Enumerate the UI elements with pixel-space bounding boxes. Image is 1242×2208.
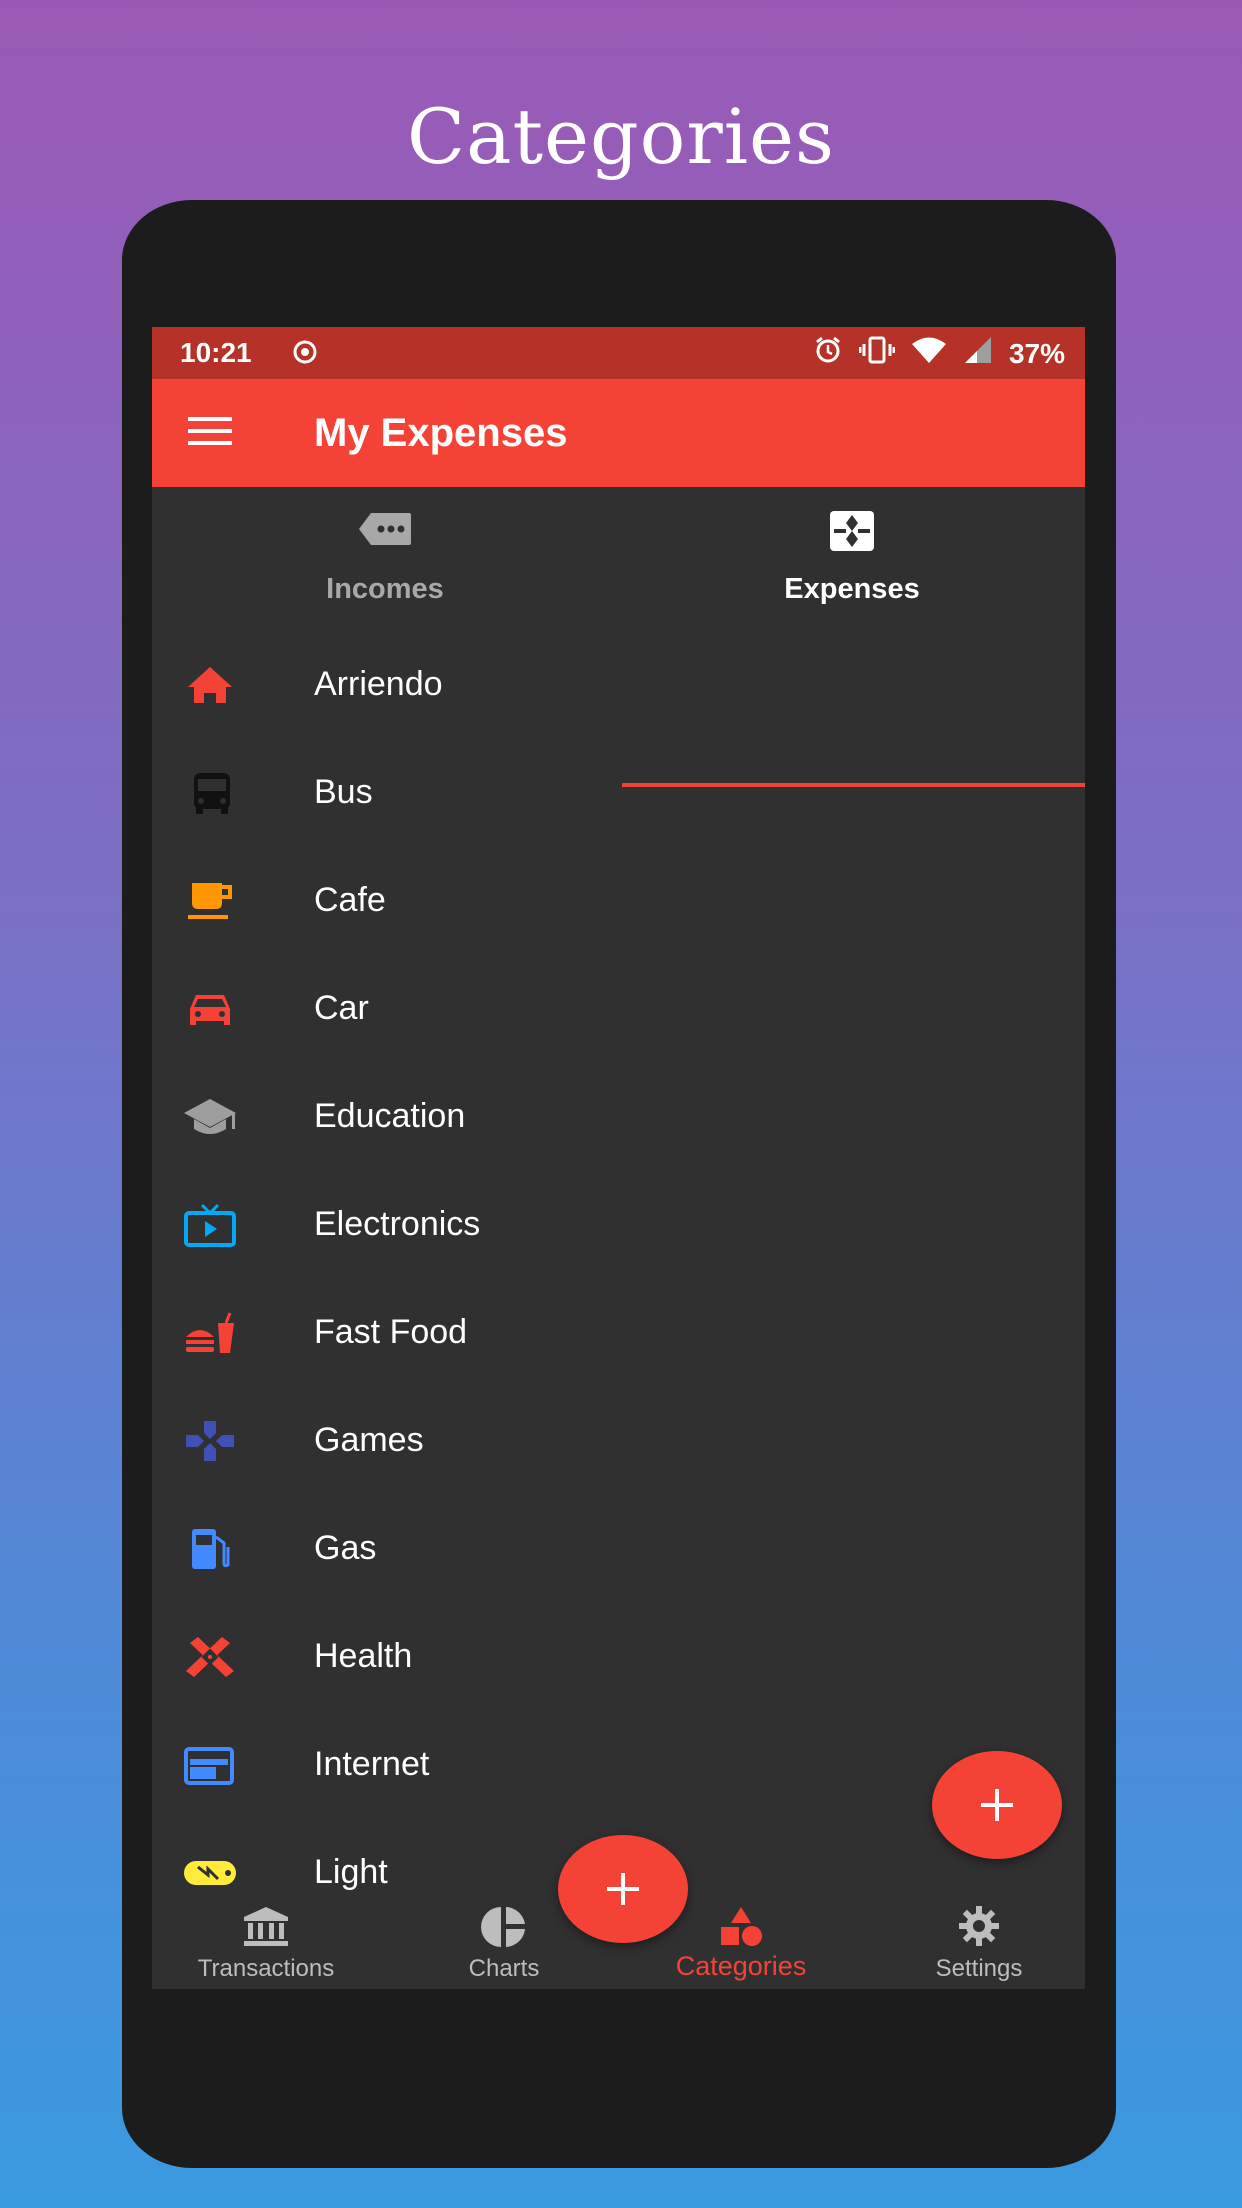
- menu-icon[interactable]: [188, 415, 232, 452]
- category-label: Light: [314, 1853, 388, 1891]
- list-item[interactable]: Fast Food: [152, 1279, 1085, 1387]
- list-item[interactable]: Health: [152, 1603, 1085, 1711]
- app-title: My Expenses: [314, 411, 568, 455]
- power-icon: [182, 1851, 238, 1895]
- page-headline: Categories: [407, 92, 835, 181]
- nav-label: Charts: [468, 1955, 540, 1982]
- web-icon: [182, 1743, 238, 1787]
- tab-expenses[interactable]: Expenses: [619, 487, 1085, 631]
- app-screen: 10:21 37% My Expenses Incomes Expenses A…: [152, 327, 1085, 1989]
- category-label: Games: [314, 1421, 424, 1459]
- signal-icon: [963, 335, 993, 372]
- healing-icon: [182, 1635, 238, 1679]
- category-label: Internet: [314, 1745, 430, 1783]
- list-item[interactable]: Electronics: [152, 1171, 1085, 1279]
- gamepad-icon: [182, 1419, 238, 1463]
- category-label: Gas: [314, 1529, 377, 1567]
- nav-transactions[interactable]: Transactions: [166, 1897, 366, 1989]
- list-item[interactable]: Education: [152, 1063, 1085, 1171]
- bus-icon: [182, 771, 238, 815]
- cafe-icon: [182, 879, 238, 923]
- nav-label: Settings: [935, 1955, 1023, 1982]
- tab-incomes[interactable]: Incomes: [152, 487, 618, 631]
- status-time: 10:21: [180, 337, 252, 368]
- nav-label: Transactions: [197, 1955, 335, 1982]
- add-category-fab[interactable]: [932, 1751, 1062, 1859]
- tab-bar: Incomes Expenses: [152, 487, 1085, 787]
- gear-icon: [955, 1905, 1003, 1952]
- eye-icon: [292, 339, 318, 372]
- home-icon: [182, 663, 238, 707]
- list-item[interactable]: Car: [152, 955, 1085, 1063]
- category-label: Bus: [314, 773, 373, 811]
- list-item[interactable]: Bus: [152, 739, 1085, 847]
- wifi-icon: [911, 335, 947, 372]
- status-icons: 37%: [813, 335, 1065, 372]
- tab-label: Incomes: [326, 573, 444, 605]
- tv-icon: [182, 1203, 238, 1247]
- status-bar: 10:21 37%: [152, 327, 1085, 379]
- vibrate-icon: [858, 335, 896, 372]
- category-label: Cafe: [314, 881, 386, 919]
- list-item[interactable]: Gas: [152, 1495, 1085, 1603]
- category-label: Arriendo: [314, 665, 443, 703]
- pie-chart-icon: [480, 1905, 528, 1952]
- fastfood-icon: [182, 1311, 238, 1355]
- add-icon: [607, 1873, 639, 1905]
- list-item[interactable]: Arriendo: [152, 631, 1085, 739]
- car-icon: [182, 987, 238, 1031]
- bank-icon: [242, 1905, 290, 1952]
- category-label: Health: [314, 1637, 413, 1675]
- add-icon: [981, 1789, 1013, 1821]
- list-item[interactable]: Cafe: [152, 847, 1085, 955]
- list-item[interactable]: Games: [152, 1387, 1085, 1495]
- category-label: Education: [314, 1097, 466, 1135]
- add-transaction-fab[interactable]: [558, 1835, 688, 1943]
- category-label: Fast Food: [314, 1313, 468, 1351]
- battery-percent: 37%: [1008, 337, 1065, 369]
- gas-station-icon: [182, 1527, 238, 1571]
- category-icon: [717, 1905, 765, 1952]
- expenses-icon: [824, 509, 880, 558]
- school-icon: [182, 1095, 238, 1139]
- alarm-icon: [813, 335, 843, 372]
- tab-label: Expenses: [784, 573, 920, 605]
- category-label: Car: [314, 989, 369, 1027]
- nav-label: Categories: [675, 1951, 807, 1981]
- label-icon: [357, 509, 413, 554]
- nav-settings[interactable]: Settings: [879, 1897, 1079, 1989]
- app-bar: My Expenses: [152, 379, 1085, 487]
- category-label: Electronics: [314, 1205, 481, 1243]
